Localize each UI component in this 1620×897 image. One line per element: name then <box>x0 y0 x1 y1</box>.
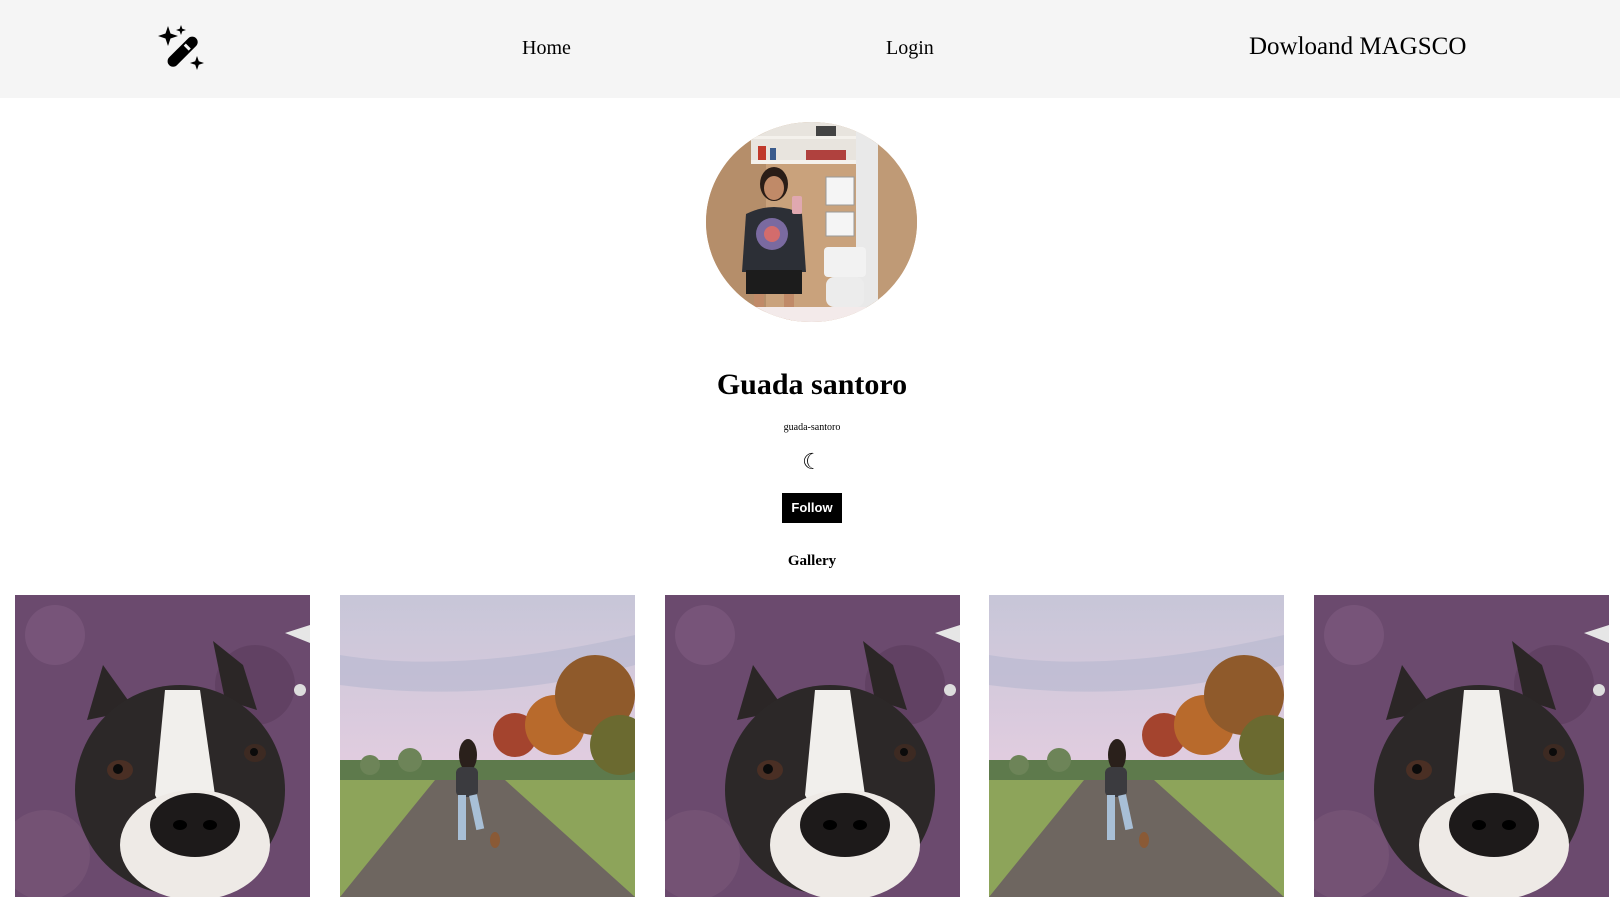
gallery-item-dog[interactable] <box>15 595 310 897</box>
moon-icon[interactable]: ☾ <box>800 450 824 474</box>
profile-name: Guada santoro <box>716 368 908 401</box>
profile-avatar <box>706 122 917 322</box>
gallery-item-road[interactable] <box>989 595 1284 897</box>
gallery-item-road[interactable] <box>340 595 635 897</box>
follow-button[interactable]: Follow <box>782 493 842 523</box>
nav-download-link[interactable]: Dowloand MAGSCO <box>1249 32 1466 62</box>
top-navbar: Home Login Dowloand MAGSCO <box>0 0 1620 98</box>
gallery-item-dog[interactable] <box>1314 595 1609 897</box>
magic-wand-icon[interactable] <box>156 24 206 72</box>
gallery-item-dog[interactable] <box>665 595 960 897</box>
gallery-title: Gallery <box>787 553 837 569</box>
nav-home-link[interactable]: Home <box>522 36 571 60</box>
nav-login-link[interactable]: Login <box>886 36 934 60</box>
profile-handle: guada-santoro <box>783 422 841 433</box>
